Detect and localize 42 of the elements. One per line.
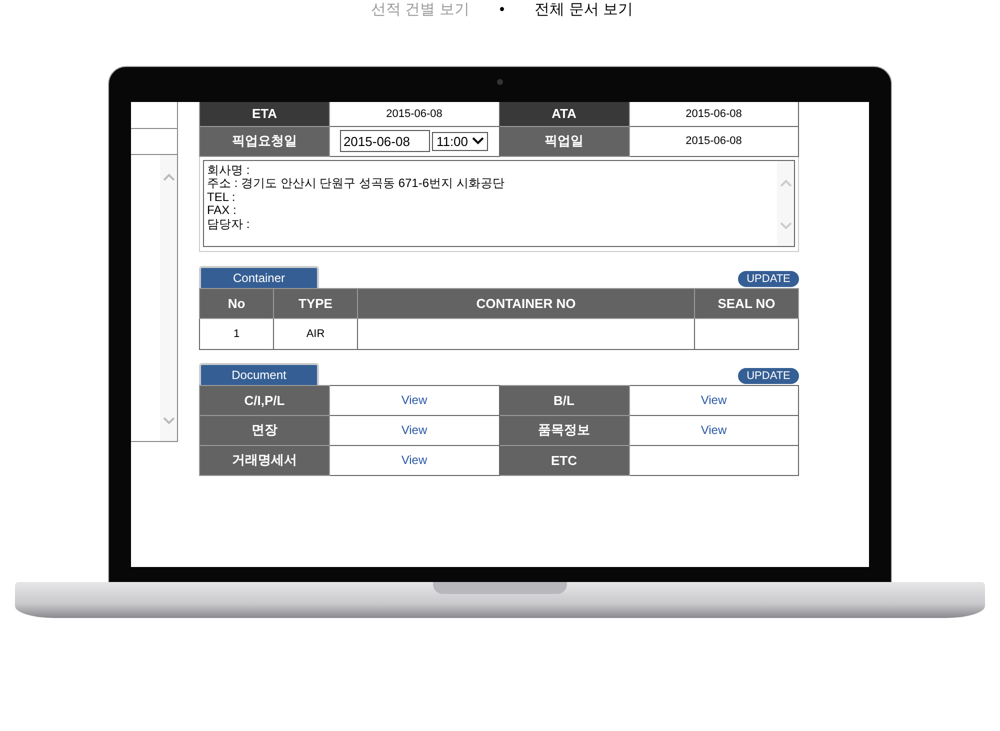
- scroll-down-icon[interactable]: [162, 417, 174, 425]
- column-header: CONTAINER NO: [358, 288, 694, 318]
- header-cell: ATA: [499, 102, 629, 126]
- address-line: TEL :: [207, 190, 236, 204]
- header-cell: 픽업일: [499, 126, 629, 156]
- scroll-up-icon[interactable]: [780, 178, 792, 186]
- scroll-up-icon[interactable]: [162, 173, 174, 181]
- table-cell: AIR: [274, 318, 358, 349]
- update-button[interactable]: UPDATE: [738, 270, 799, 286]
- table-cell: 2015-06-08: [629, 102, 798, 126]
- table-cell: 2015-06-08: [629, 126, 798, 156]
- header-cell: B/L: [499, 385, 629, 415]
- header-cell: 픽업요청일: [200, 126, 330, 156]
- address-line: 담당자 :: [207, 218, 251, 231]
- header-cell: 거래명세서: [200, 445, 330, 475]
- column-header: No: [200, 288, 274, 318]
- header-cell: ETA: [200, 102, 330, 126]
- header-cell: 면장: [200, 415, 330, 445]
- camera-icon: [497, 79, 503, 85]
- column-header: SEAL NO: [694, 288, 798, 318]
- view-link[interactable]: View: [700, 393, 727, 407]
- header-cell: 품목정보: [499, 415, 629, 445]
- time-select[interactable]: 11:00: [432, 132, 488, 150]
- scroll-down-icon[interactable]: [780, 222, 792, 230]
- table-cell: 1: [200, 318, 274, 349]
- header-cell: C/I,P/L: [200, 385, 330, 415]
- address-line: 회사명 :: [207, 164, 251, 177]
- separator-dot: •: [499, 0, 505, 18]
- update-button[interactable]: UPDATE: [738, 368, 799, 384]
- view-link[interactable]: View: [401, 453, 428, 467]
- header-cell: ETC: [499, 445, 629, 475]
- view-link[interactable]: View: [401, 393, 428, 407]
- column-header: TYPE: [274, 288, 358, 318]
- caret-icon: [472, 137, 484, 145]
- address-line: FAX :: [207, 204, 238, 218]
- view-tab[interactable]: 전체 문서 보기: [534, 0, 633, 18]
- date-field[interactable]: 2015-06-08: [340, 130, 430, 152]
- table-cell: 2015-06-08: [330, 102, 499, 126]
- view-link[interactable]: View: [401, 423, 428, 437]
- address-line: 주소 : 경기도 안산시 단원구 성곡동 671-6번지 시화공단: [207, 177, 506, 190]
- address-text-area[interactable]: 회사명 : 주소 : 경기도 안산시 단원구 성곡동 671-6번지 시화공단 TEL : FAX : 담당자 :: [203, 160, 795, 246]
- view-link[interactable]: View: [700, 423, 727, 437]
